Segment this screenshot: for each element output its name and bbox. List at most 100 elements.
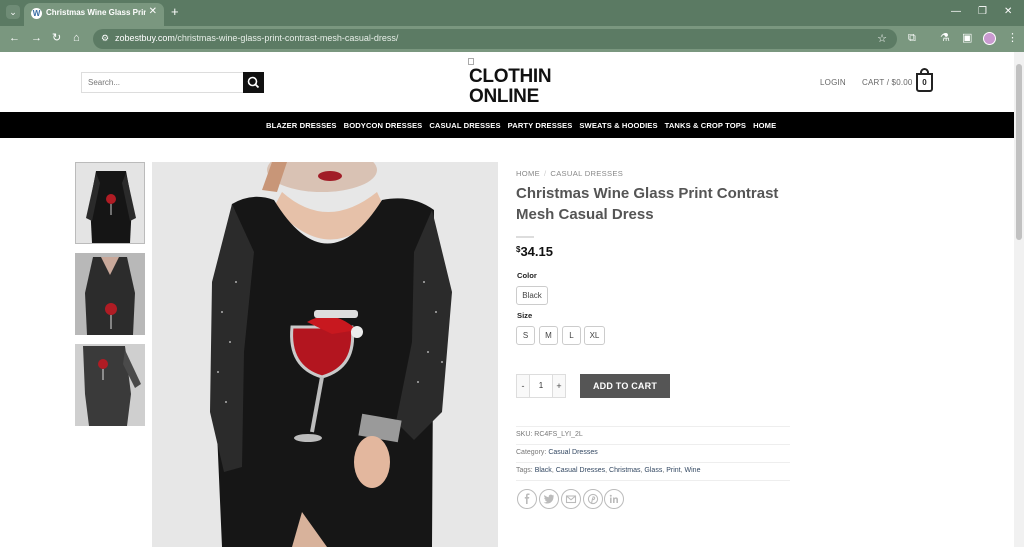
restore-icon[interactable]: ❐ xyxy=(978,6,987,17)
facebook-icon xyxy=(524,493,530,504)
linkedin-icon xyxy=(609,494,618,503)
product-main-image[interactable] xyxy=(152,162,498,547)
site-logo[interactable]: CLOTHIN ONLINE xyxy=(468,58,552,108)
thumbnail-image xyxy=(75,344,145,426)
tag-link[interactable]: Wine xyxy=(685,467,701,474)
qty-increase-button[interactable]: + xyxy=(552,374,566,398)
main-navigation: BLAZER DRESSES BODYCON DRESSES CASUAL DR… xyxy=(0,112,1014,138)
product-thumbnail-2[interactable] xyxy=(75,253,145,335)
search-button[interactable] xyxy=(243,72,264,93)
product-thumbnail-1[interactable] xyxy=(75,162,145,244)
category-link[interactable]: Casual Dresses xyxy=(548,449,597,456)
color-swatch-black[interactable]: Black xyxy=(516,286,548,305)
sku-meta: SKU: RC4FS_LYI_2L xyxy=(516,431,583,438)
dress-photo xyxy=(152,162,498,547)
browser-toolbar: ← → ↻ ⌂ ⚙ zobestbuy.com/christmas-wine-g… xyxy=(0,26,1024,52)
reload-icon[interactable]: ↻ xyxy=(52,32,61,44)
meta-divider xyxy=(516,426,790,427)
wordpress-favicon-icon: W xyxy=(31,8,42,19)
scrollbar-thumb[interactable] xyxy=(1016,64,1022,240)
browser-tab-bar: ⌄ W Christmas Wine Glass Print Co ✕ + — … xyxy=(0,0,1024,26)
qty-decrease-button[interactable]: - xyxy=(516,374,530,398)
qty-input[interactable]: 1 xyxy=(530,374,552,398)
color-label: Color xyxy=(517,271,537,280)
product-price: $34.15 xyxy=(516,244,553,259)
tab-close-icon[interactable]: ✕ xyxy=(149,6,157,17)
meta-divider xyxy=(516,462,790,463)
logo-text: CLOTHIN ONLINE xyxy=(469,66,552,107)
pinterest-icon xyxy=(587,493,599,505)
tag-link[interactable]: Casual Dresses xyxy=(556,467,605,474)
share-email-button[interactable] xyxy=(561,489,581,509)
minimize-icon[interactable]: — xyxy=(951,6,961,17)
nav-sweats-hoodies[interactable]: SWEATS & HOODIES xyxy=(579,121,657,130)
add-to-cart-button[interactable]: ADD TO CART xyxy=(580,374,670,398)
size-swatch-m[interactable]: M xyxy=(539,326,558,345)
browser-tab[interactable]: W Christmas Wine Glass Print Co ✕ xyxy=(24,3,164,26)
web-page: CLOTHINONLINE LOGIN CART / $0.00 0 BLAZE… xyxy=(0,52,1014,547)
address-bar[interactable]: ⚙ zobestbuy.com/christmas-wine-glass-pri… xyxy=(93,29,897,49)
new-tab-icon[interactable]: + xyxy=(171,5,179,18)
search-input[interactable] xyxy=(82,73,244,92)
breadcrumb-casual-dresses[interactable]: CASUAL DRESSES xyxy=(550,169,623,178)
tag-link[interactable]: Black xyxy=(535,467,552,474)
lab-flask-icon[interactable]: ⚗ xyxy=(940,32,950,44)
size-swatch-xl[interactable]: XL xyxy=(584,326,605,345)
meta-divider xyxy=(516,444,790,445)
url-text: zobestbuy.com/christmas-wine-glass-print… xyxy=(115,33,399,43)
breadcrumb: HOME / CASUAL DRESSES xyxy=(516,169,623,178)
product-thumbnail-3[interactable] xyxy=(75,344,145,426)
nav-bodycon-dresses[interactable]: BODYCON DRESSES xyxy=(344,121,423,130)
breadcrumb-home[interactable]: HOME xyxy=(516,169,540,178)
price-amount: 34.15 xyxy=(520,244,553,259)
twitter-icon xyxy=(543,494,554,504)
size-swatch-s[interactable]: S xyxy=(516,326,535,345)
home-icon[interactable]: ⌂ xyxy=(73,32,80,44)
nav-tanks-crop-tops[interactable]: TANKS & CROP TOPS xyxy=(665,121,746,130)
email-icon xyxy=(565,495,577,504)
tab-search-icon[interactable]: ⌄ xyxy=(6,5,20,19)
color-options: Black xyxy=(516,286,576,305)
login-link[interactable]: LOGIN xyxy=(820,78,846,87)
nav-blazer-dresses[interactable]: BLAZER DRESSES xyxy=(266,121,337,130)
forward-icon[interactable]: → xyxy=(31,32,42,44)
title-divider xyxy=(516,236,534,238)
currency-symbol: $ xyxy=(516,245,521,254)
tag-link[interactable]: Glass xyxy=(644,467,662,474)
window-close-icon[interactable]: ✕ xyxy=(1004,6,1012,17)
extensions-icon[interactable]: ⧉ xyxy=(908,32,916,44)
broken-image-icon xyxy=(468,58,474,65)
size-swatch-l[interactable]: L xyxy=(562,326,581,345)
site-info-icon[interactable]: ⚙ xyxy=(101,33,109,44)
search-icon xyxy=(247,76,260,89)
nav-party-dresses[interactable]: PARTY DRESSES xyxy=(508,121,573,130)
bookmark-star-icon[interactable]: ☆ xyxy=(877,32,887,45)
profile-avatar[interactable] xyxy=(983,32,996,45)
browser-menu-icon[interactable]: ⋮ xyxy=(1007,32,1018,44)
thumbnail-image xyxy=(76,163,144,243)
meta-divider xyxy=(516,480,790,481)
side-panel-icon[interactable]: ▣ xyxy=(962,32,972,44)
cart-link[interactable]: CART / $0.00 xyxy=(862,78,913,87)
search-form xyxy=(81,72,264,93)
back-icon[interactable]: ← xyxy=(9,32,20,44)
tag-link[interactable]: Print xyxy=(666,467,680,474)
site-header: CLOTHINONLINE LOGIN CART / $0.00 0 xyxy=(0,52,1014,112)
nav-casual-dresses[interactable]: CASUAL DRESSES xyxy=(429,121,500,130)
page-scrollbar[interactable] xyxy=(1014,52,1024,547)
tab-title: Christmas Wine Glass Print Co xyxy=(46,8,146,17)
share-linkedin-button[interactable] xyxy=(604,489,624,509)
category-meta: Category: Casual Dresses xyxy=(516,449,598,456)
thumbnail-image xyxy=(75,253,145,335)
size-label: Size xyxy=(517,311,533,320)
tag-link[interactable]: Christmas xyxy=(609,467,641,474)
nav-home[interactable]: HOME xyxy=(753,121,776,130)
share-facebook-button[interactable] xyxy=(517,489,537,509)
size-options: S M L XL xyxy=(516,326,616,345)
share-twitter-button[interactable] xyxy=(539,489,559,509)
tags-meta: Tags: Black, Casual Dresses, Christmas, … xyxy=(516,467,701,474)
breadcrumb-separator: / xyxy=(543,169,547,178)
share-pinterest-button[interactable] xyxy=(583,489,603,509)
sku-value: RC4FS_LYI_2L xyxy=(534,431,583,438)
cart-count-icon[interactable]: 0 xyxy=(916,73,933,92)
